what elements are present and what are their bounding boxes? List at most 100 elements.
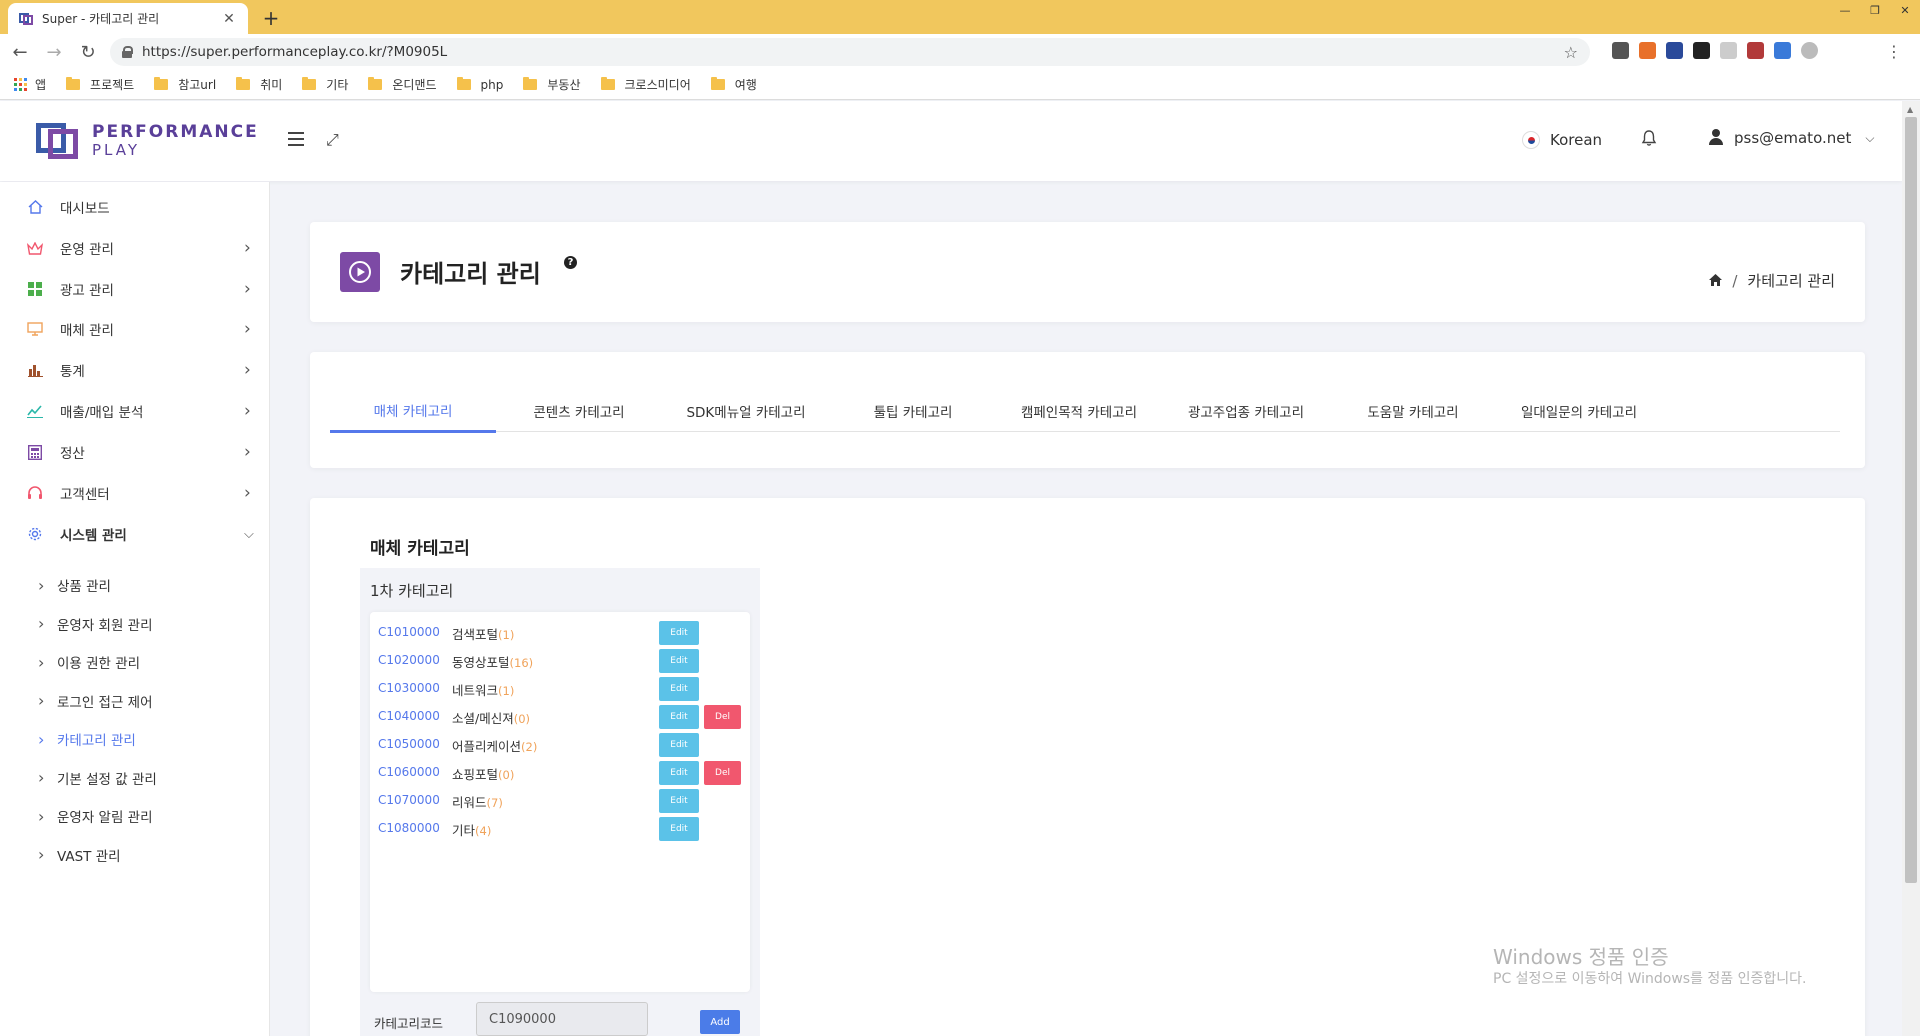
tab-category[interactable]: 콘텐츠 카테고리: [496, 390, 662, 432]
sidebar-item[interactable]: 대시보드: [0, 187, 270, 227]
sidebar-subitem[interactable]: › 운영자 알림 관리: [0, 801, 270, 831]
edit-button[interactable]: Edit: [659, 677, 699, 701]
url-text[interactable]: https://super.performanceplay.co.kr/?M09…: [142, 44, 1564, 60]
sidebar-item[interactable]: 광고 관리 ›: [0, 269, 270, 309]
category-code[interactable]: C1010000: [378, 625, 440, 639]
bookmark-folder[interactable]: 취미: [236, 76, 282, 93]
bookmark-folder[interactable]: 온디맨드: [368, 76, 437, 93]
tab-category[interactable]: 매체 카테고리: [330, 390, 496, 433]
tab-category[interactable]: 일대일문의 카테고리: [1496, 390, 1662, 432]
sidebar-item[interactable]: 매출/매입 분석 ›: [0, 391, 270, 431]
sidebar-subitem-label: VAST 관리: [57, 848, 121, 865]
category-code[interactable]: C1080000: [378, 821, 440, 835]
edit-button[interactable]: Edit: [659, 817, 699, 841]
edit-button[interactable]: Edit: [659, 789, 699, 813]
category-code[interactable]: C1070000: [378, 793, 440, 807]
tab-category[interactable]: SDK메뉴얼 카테고리: [663, 390, 829, 432]
sidebar-subitem[interactable]: › 상품 관리: [0, 570, 270, 600]
tab-category[interactable]: 툴팁 카테고리: [830, 390, 996, 432]
bookmark-apps[interactable]: 앱: [14, 76, 46, 93]
chevron-right-icon: ›: [244, 279, 251, 299]
sidebar-subitem[interactable]: › VAST 관리: [0, 840, 270, 870]
forward-icon[interactable]: →: [40, 38, 68, 66]
sidebar-item[interactable]: 운영 관리 ›: [0, 228, 270, 268]
edit-button[interactable]: Edit: [659, 705, 699, 729]
bookmark-folder[interactable]: 참고url: [154, 76, 216, 93]
tab-category[interactable]: 도움말 카테고리: [1330, 390, 1496, 432]
new-tab-button[interactable]: +: [260, 6, 282, 30]
extension-icon[interactable]: [1666, 42, 1683, 59]
sidebar-item[interactable]: 시스템 관리 ⌵: [0, 514, 270, 554]
extension-icon[interactable]: [1693, 42, 1710, 59]
sidebar-item[interactable]: 고객센터 ›: [0, 473, 270, 513]
extension-icon[interactable]: [1774, 42, 1791, 59]
sidebar-subitem[interactable]: › 카테고리 관리: [0, 724, 270, 754]
bookmark-star-icon[interactable]: ☆: [1564, 43, 1578, 62]
extension-icon[interactable]: [1747, 42, 1764, 59]
bookmark-folder[interactable]: 프로젝트: [66, 76, 134, 93]
close-window-icon[interactable]: ✕: [1890, 0, 1920, 20]
bell-icon[interactable]: [1641, 130, 1657, 151]
edit-button[interactable]: Edit: [659, 621, 699, 645]
category-code[interactable]: C1040000: [378, 709, 440, 723]
delete-button[interactable]: Del: [704, 705, 741, 729]
sidebar-subitem[interactable]: › 기본 설정 값 관리: [0, 763, 270, 793]
edit-button[interactable]: Edit: [659, 649, 699, 673]
language-selector[interactable]: Korean: [1522, 131, 1602, 149]
bookmark-folder[interactable]: php: [456, 77, 503, 92]
bookmark-folder[interactable]: 여행: [710, 76, 757, 93]
sidebar-subitem[interactable]: › 운영자 회원 관리: [0, 609, 270, 639]
edit-button[interactable]: Edit: [659, 733, 699, 757]
category-code-input[interactable]: [476, 1002, 648, 1036]
restore-icon[interactable]: ❐: [1860, 0, 1890, 20]
delete-button[interactable]: Del: [704, 761, 741, 785]
reload-icon[interactable]: ↻: [74, 38, 102, 66]
bookmark-folder[interactable]: 크로스미디어: [600, 76, 691, 93]
sidebar-subitem[interactable]: › 로그인 접근 제어: [0, 686, 270, 716]
sidebar-item[interactable]: 통계 ›: [0, 350, 270, 390]
scroll-thumb[interactable]: [1905, 117, 1917, 883]
category-code-label: 카테고리코드: [374, 1016, 444, 1031]
chevron-right-icon: ›: [244, 483, 251, 503]
category-code[interactable]: C1030000: [378, 681, 440, 695]
extension-icon[interactable]: [1639, 42, 1656, 59]
page-scrollbar[interactable]: ▲: [1902, 101, 1920, 1036]
sidebar-item[interactable]: 정산 ›: [0, 432, 270, 472]
watermark-text: PC 설정으로 이동하여 Windows를 정품 인증합니다.: [1493, 971, 1807, 987]
extension-icon[interactable]: [1612, 42, 1629, 59]
sidebar-subitem[interactable]: › 이용 권한 관리: [0, 647, 270, 677]
bookmarks-bar: 앱 프로젝트 참고url 취미 기타 온디맨드 php 부동산 크로스미디어 여행: [0, 70, 1920, 100]
scroll-up-icon[interactable]: ▲: [1907, 105, 1913, 114]
category-name-wrap: 리워드(7): [452, 792, 503, 811]
tab-category[interactable]: 캠페인목적 카테고리: [996, 390, 1162, 432]
category-code[interactable]: C1020000: [378, 653, 440, 667]
browser-menu-icon[interactable]: ⋮: [1886, 42, 1902, 61]
menu-toggle-icon[interactable]: [288, 132, 304, 146]
help-icon[interactable]: ?: [564, 256, 577, 269]
category-tabs: 매체 카테고리 콘텐츠 카테고리 SDK메뉴얼 카테고리 툴팁 카테고리 캠페인목적 카…: [330, 390, 1840, 433]
url-bar[interactable]: https://super.performanceplay.co.kr/?M09…: [110, 38, 1590, 66]
home-icon[interactable]: [1709, 272, 1723, 290]
user-menu[interactable]: pss@emato.net ⌵: [1708, 129, 1874, 147]
category-code[interactable]: C1050000: [378, 737, 440, 751]
bookmark-folder[interactable]: 기타: [302, 76, 348, 93]
extension-icon[interactable]: [1801, 42, 1818, 59]
fullscreen-icon[interactable]: ⤢: [326, 130, 339, 150]
back-icon[interactable]: ←: [6, 38, 34, 66]
category-code[interactable]: C1060000: [378, 765, 440, 779]
sidebar-item[interactable]: 매체 관리 ›: [0, 309, 270, 349]
close-tab-icon[interactable]: ✕: [220, 11, 238, 27]
extension-icon[interactable]: [1720, 42, 1737, 59]
headset-icon: [26, 484, 44, 502]
add-button[interactable]: Add: [700, 1010, 740, 1034]
category-name: 기타: [452, 823, 476, 838]
browser-tab[interactable]: Super - 카테고리 관리 ✕: [8, 3, 248, 34]
edit-button[interactable]: Edit: [659, 761, 699, 785]
bookmark-folder[interactable]: 부동산: [523, 76, 581, 93]
sidebar-subitem-label: 기본 설정 값 관리: [57, 771, 157, 788]
minimize-icon[interactable]: —: [1830, 0, 1860, 20]
performance-play-logo[interactable]: PERFORMANCE PLAY: [36, 119, 259, 163]
tab-category[interactable]: 광고주업종 카테고리: [1163, 390, 1329, 432]
korea-flag-icon: [1522, 131, 1540, 149]
category-name: 리워드: [452, 795, 487, 810]
